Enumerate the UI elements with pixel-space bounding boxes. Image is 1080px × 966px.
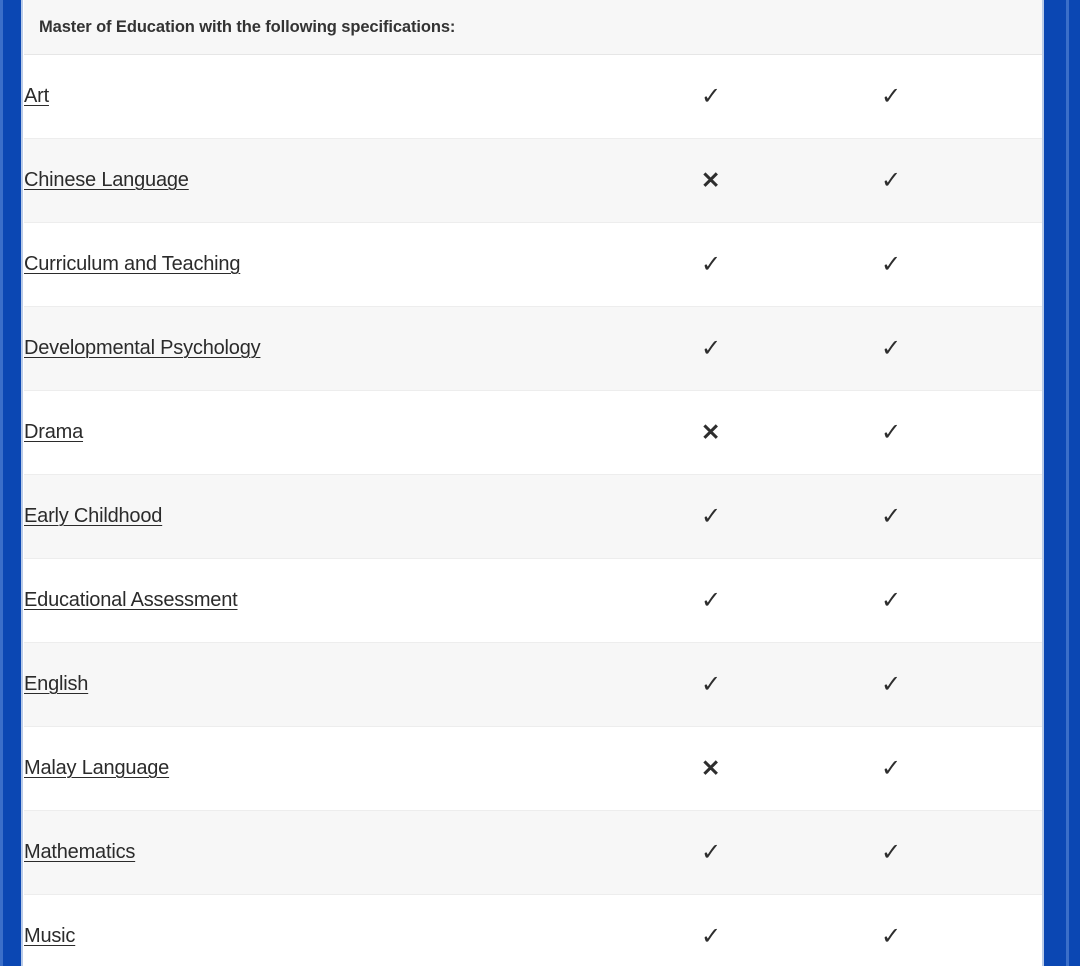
specification-column-1-cell: ✓ [669, 222, 851, 307]
check-icon: ✓ [881, 586, 902, 614]
table-row: Curriculum and Teaching ✓ ✓ [24, 222, 1042, 307]
specification-column-2-cell: ✓ [851, 726, 1042, 811]
table-row: Chinese Language ✕ ✓ [24, 138, 1042, 223]
check-icon: ✓ [701, 586, 722, 614]
specification-column-1-cell: ✓ [669, 894, 851, 966]
check-icon: ✓ [701, 334, 722, 362]
table-row: English ✓ ✓ [24, 642, 1042, 727]
specification-column-1-cell: ✓ [669, 54, 851, 139]
check-icon: ✓ [701, 502, 722, 530]
specification-column-2-cell: ✓ [851, 894, 1042, 966]
check-icon: ✓ [881, 82, 902, 110]
table-header-row: Master of Education with the following s… [24, 0, 1042, 55]
cross-icon: ✕ [701, 166, 721, 193]
specification-column-1-cell: ✓ [669, 642, 851, 727]
table-row: Developmental Psychology ✓ ✓ [24, 306, 1042, 391]
subject-link[interactable]: Educational Assessment [24, 589, 238, 611]
cross-icon: ✕ [701, 754, 721, 781]
check-icon: ✓ [701, 82, 722, 110]
specification-column-1-cell: ✓ [669, 558, 851, 643]
specification-column-1-cell: ✕ [669, 726, 851, 811]
subject-link[interactable]: Malay Language [24, 757, 169, 779]
specification-column-1-cell: ✕ [669, 138, 851, 223]
subject-link[interactable]: Drama [24, 421, 83, 443]
subject-link[interactable]: Curriculum and Teaching [24, 253, 240, 275]
specification-column-2-cell: ✓ [851, 558, 1042, 643]
specification-column-2-cell: ✓ [851, 54, 1042, 139]
subject-cell: English [24, 642, 669, 727]
subject-cell: Educational Assessment [24, 558, 669, 643]
table-row: Mathematics ✓ ✓ [24, 810, 1042, 895]
specification-column-2-cell: ✓ [851, 390, 1042, 475]
check-icon: ✓ [881, 502, 902, 530]
subject-cell: Malay Language [24, 726, 669, 811]
check-icon: ✓ [881, 250, 902, 278]
check-icon: ✓ [701, 922, 722, 950]
subject-link[interactable]: Music [24, 925, 75, 947]
subject-link[interactable]: Art [24, 85, 49, 107]
subject-cell: Drama [24, 390, 669, 475]
table-row: Drama ✕ ✓ [24, 390, 1042, 475]
specification-column-2-cell: ✓ [851, 474, 1042, 559]
check-icon: ✓ [881, 334, 902, 362]
subject-cell: Chinese Language [24, 138, 669, 223]
table-row: Art ✓ ✓ [24, 54, 1042, 139]
specification-column-2-cell: ✓ [851, 222, 1042, 307]
table-row: Malay Language ✕ ✓ [24, 726, 1042, 811]
check-icon: ✓ [881, 922, 902, 950]
table-row: Educational Assessment ✓ ✓ [24, 558, 1042, 643]
table-header-cell: Master of Education with the following s… [24, 0, 1042, 55]
check-icon: ✓ [701, 250, 722, 278]
specification-column-1-cell: ✓ [669, 306, 851, 391]
subject-cell: Developmental Psychology [24, 306, 669, 391]
specification-column-1-cell: ✕ [669, 390, 851, 475]
subject-cell: Mathematics [24, 810, 669, 895]
subject-cell: Curriculum and Teaching [24, 222, 669, 307]
subject-link[interactable]: Mathematics [24, 841, 135, 863]
check-icon: ✓ [881, 838, 902, 866]
specification-column-1-cell: ✓ [669, 474, 851, 559]
table-row: Early Childhood ✓ ✓ [24, 474, 1042, 559]
check-icon: ✓ [881, 754, 902, 782]
subject-cell: Early Childhood [24, 474, 669, 559]
check-icon: ✓ [881, 670, 902, 698]
page-title: Master of Education with the following s… [39, 17, 456, 36]
table-row: Music ✓ ✓ [24, 894, 1042, 966]
page-border-right [1042, 0, 1080, 966]
check-icon: ✓ [881, 418, 902, 446]
subject-link[interactable]: Developmental Psychology [24, 337, 261, 359]
content-area: Master of Education with the following s… [24, 0, 1042, 966]
page-border-left [0, 0, 23, 966]
subject-link[interactable]: Chinese Language [24, 169, 189, 191]
check-icon: ✓ [701, 838, 722, 866]
page: Master of Education with the following s… [0, 0, 1080, 966]
check-icon: ✓ [881, 166, 902, 194]
subject-link[interactable]: Early Childhood [24, 505, 162, 527]
subject-link[interactable]: English [24, 673, 88, 695]
cross-icon: ✕ [701, 418, 721, 445]
subject-cell: Art [24, 54, 669, 139]
specification-column-2-cell: ✓ [851, 138, 1042, 223]
specification-column-2-cell: ✓ [851, 306, 1042, 391]
specification-column-1-cell: ✓ [669, 810, 851, 895]
check-icon: ✓ [701, 670, 722, 698]
specifications-table-body: Master of Education with the following s… [24, 0, 1042, 966]
specification-column-2-cell: ✓ [851, 642, 1042, 727]
specification-column-2-cell: ✓ [851, 810, 1042, 895]
subject-cell: Music [24, 894, 669, 966]
specifications-table: Master of Education with the following s… [24, 0, 1042, 966]
